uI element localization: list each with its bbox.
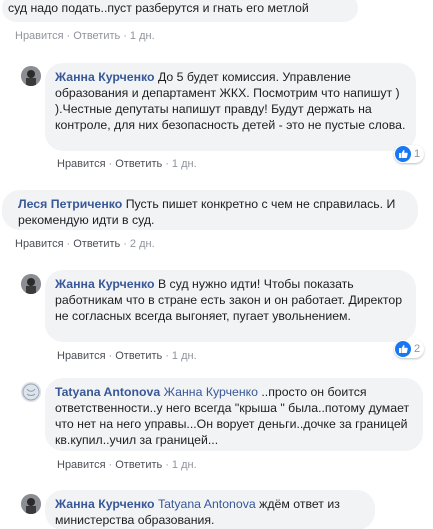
avatar[interactable] — [21, 494, 41, 514]
reaction-count: 2 — [414, 343, 421, 355]
reply-link[interactable]: Ответить — [73, 238, 120, 250]
comment-actions: Нравится · Ответить · 1 дн. — [15, 29, 155, 43]
comment-time[interactable]: 2 дн. — [130, 238, 155, 250]
comment-bubble: Жанна Курченко Tatyana Antonova ждём отв… — [45, 490, 375, 529]
comment-mention[interactable]: Tatyana Antonova — [158, 497, 256, 511]
comment-author[interactable]: Жанна Курченко — [55, 277, 155, 291]
reply-link[interactable]: Ответить — [115, 158, 162, 170]
separator: · — [108, 350, 113, 362]
reaction-badge[interactable]: 1 — [394, 145, 425, 163]
comment-time[interactable]: 1 дн. — [172, 158, 197, 170]
avatar[interactable] — [21, 274, 41, 294]
separator: · — [108, 158, 113, 170]
comment-time[interactable]: 1 дн. — [172, 350, 197, 362]
like-link[interactable]: Нравится — [57, 350, 106, 362]
comment-actions: Нравится · Ответить · 1 дн. — [57, 458, 197, 472]
comment-actions: Нравится · Ответить · 2 дн. — [15, 237, 155, 251]
separator: · — [165, 459, 169, 471]
comment-bubble: Жанна Курченко До 5 будет комиссия. Упра… — [45, 63, 416, 151]
reply-link[interactable]: Ответить — [73, 30, 120, 42]
separator: · — [66, 238, 71, 250]
separator: · — [66, 30, 71, 42]
like-icon — [395, 146, 411, 162]
comment-bubble: Tatyana Antonova Жанна Курченко ..просто… — [45, 378, 423, 451]
comment-author[interactable]: Жанна Курченко — [55, 70, 155, 84]
comment-time[interactable]: 1 дн. — [172, 459, 197, 471]
comment-bubble: Жанна Курченко В суд нужно идти! Чтобы п… — [45, 270, 416, 342]
reaction-count: 1 — [414, 148, 421, 160]
like-link[interactable]: Нравится — [57, 459, 106, 471]
comment-text: суд надо подать..пуст разберутся и гнать… — [8, 1, 309, 15]
reply-link[interactable]: Ответить — [115, 459, 162, 471]
comment-time[interactable]: 1 дн. — [130, 30, 155, 42]
comment-author[interactable]: Жанна Курченко — [55, 497, 155, 511]
comment-bubble: Леся Петриченко Пусть пишет конкретно с … — [2, 190, 418, 230]
separator: · — [123, 238, 127, 250]
like-icon — [395, 341, 411, 357]
reaction-badge[interactable]: 2 — [394, 340, 425, 358]
separator: · — [108, 459, 113, 471]
like-link[interactable]: Нравится — [57, 158, 106, 170]
like-link[interactable]: Нравится — [15, 30, 64, 42]
comment-bubble: суд надо подать..пуст разберутся и гнать… — [2, 0, 358, 22]
separator: · — [165, 350, 169, 362]
comment-author[interactable]: Tatyana Antonova — [55, 385, 160, 399]
comment-author[interactable]: Леся Петриченко — [18, 197, 122, 211]
like-link[interactable]: Нравится — [15, 238, 64, 250]
separator: · — [123, 30, 127, 42]
comment-actions: Нравится · Ответить · 1 дн. — [57, 157, 197, 171]
reply-link[interactable]: Ответить — [115, 350, 162, 362]
comment-mention[interactable]: Жанна Курченко — [164, 385, 258, 399]
avatar[interactable] — [21, 382, 41, 402]
avatar[interactable] — [21, 66, 41, 86]
comment-actions: Нравится · Ответить · 1 дн. — [57, 349, 197, 363]
separator: · — [165, 158, 169, 170]
